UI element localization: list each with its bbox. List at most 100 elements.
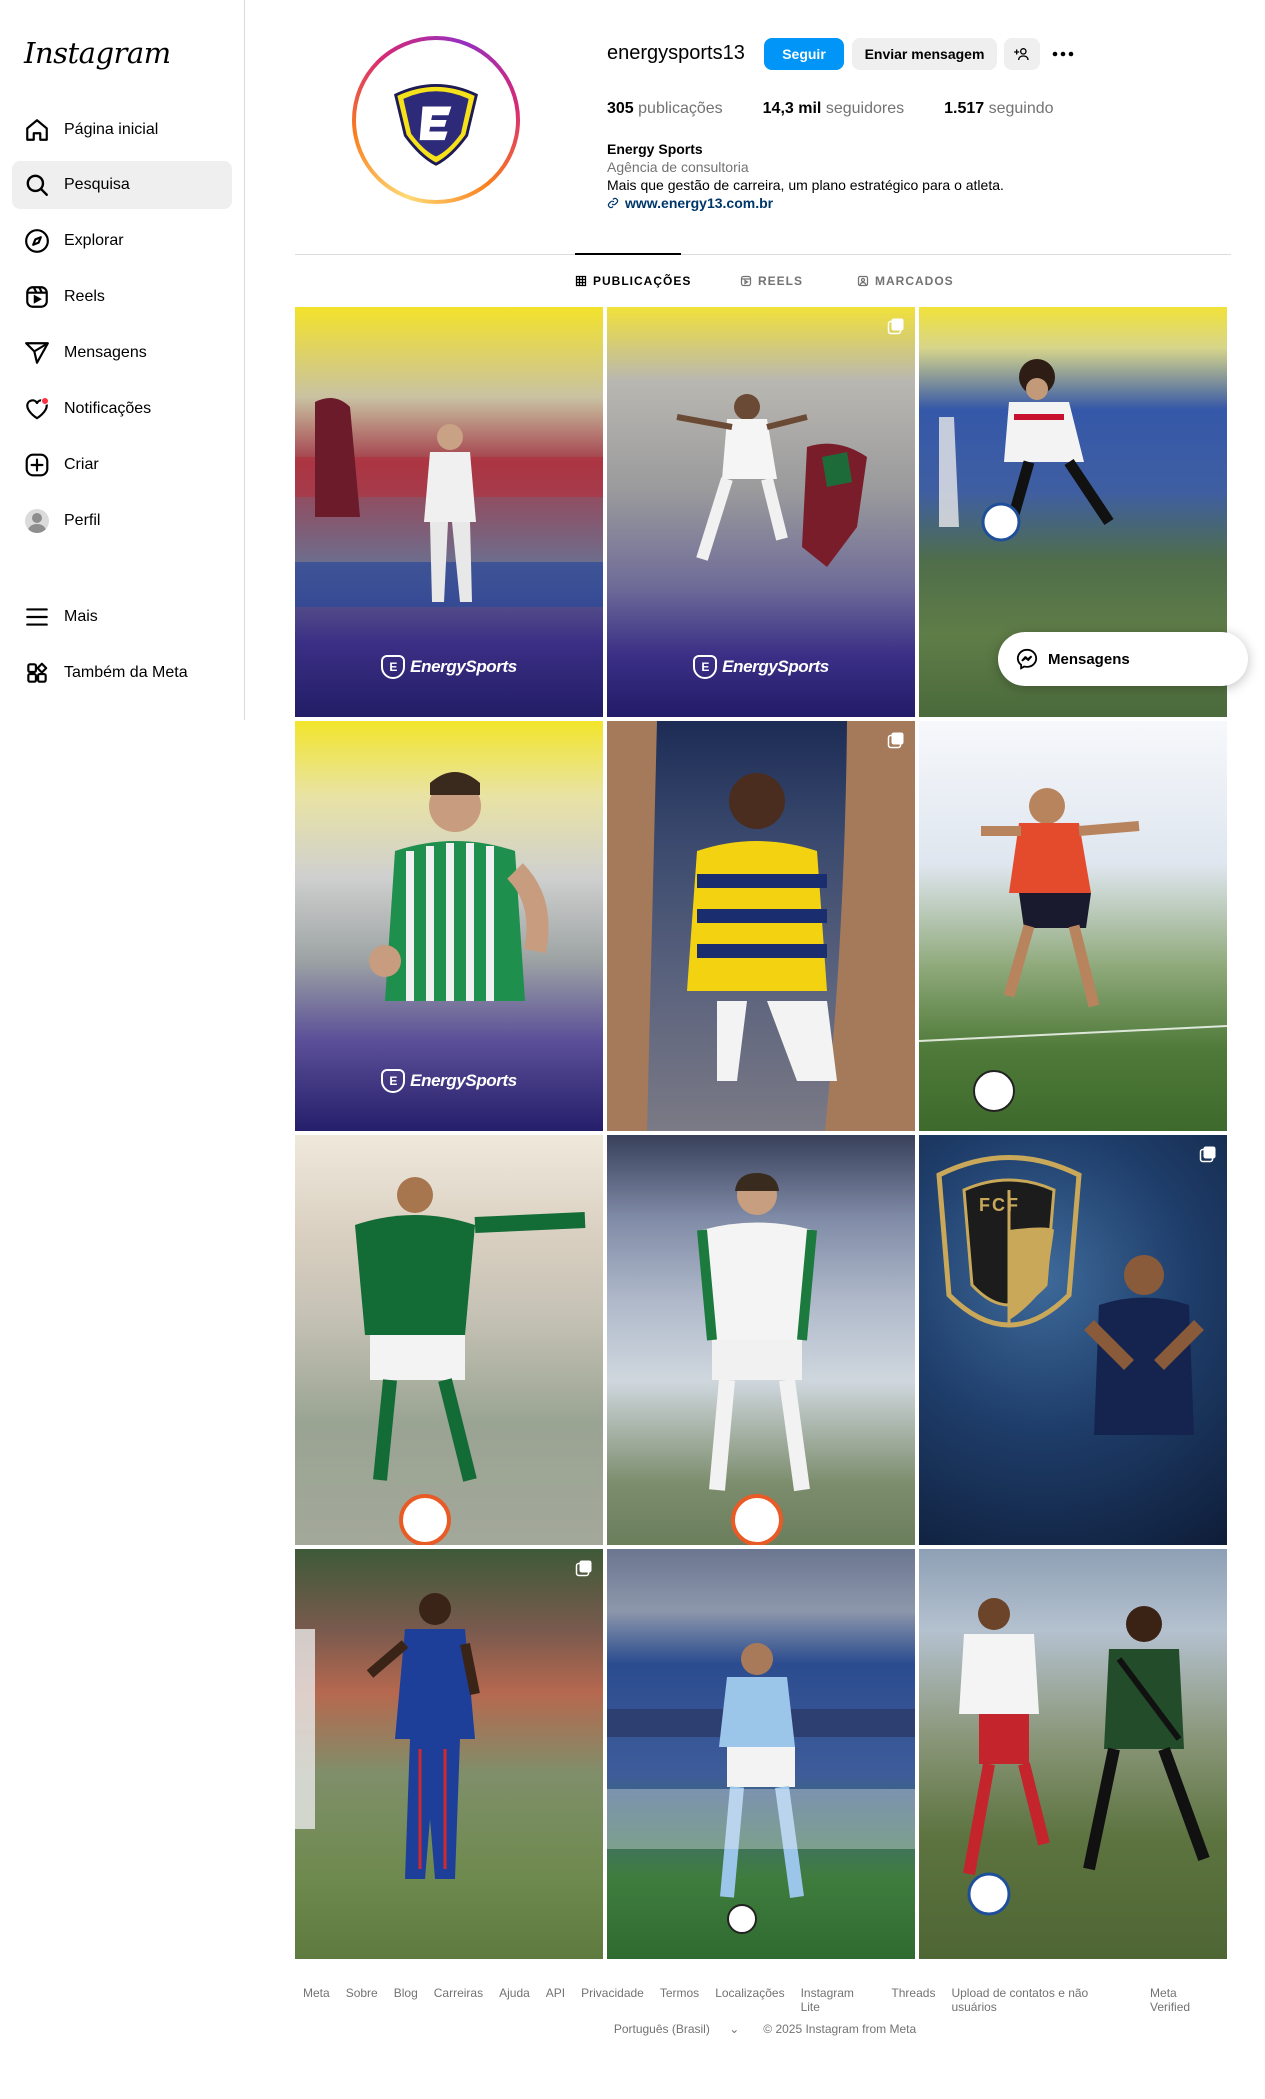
follow-button[interactable]: Seguir [764, 38, 844, 70]
sidebar-item-profile[interactable]: Perfil [12, 497, 232, 545]
post-thumbnail[interactable]: E EnergySports [295, 721, 603, 1131]
search-icon [24, 172, 50, 198]
more-dots-icon [1052, 51, 1074, 57]
footer-link[interactable]: Localizações [715, 1986, 784, 2014]
sidebar-item-label: Mais [64, 608, 98, 625]
footer-links: Meta Sobre Blog Carreiras Ajuda API Priv… [295, 1986, 1227, 2014]
sidebar-item-messages[interactable]: Mensagens [12, 329, 232, 377]
sidebar-item-reels[interactable]: Reels [12, 273, 232, 321]
post-thumbnail[interactable] [607, 1549, 915, 1959]
sidebar-item-label: Perfil [64, 512, 101, 529]
post-thumbnail[interactable] [919, 1549, 1227, 1959]
sidebar: Instagram Página inicial Pesquisa Explor… [0, 0, 245, 720]
plus-square-icon [24, 452, 50, 478]
send-message-button[interactable]: Enviar mensagem [852, 38, 997, 70]
post-thumbnail[interactable] [295, 1135, 603, 1545]
bio-link[interactable]: www.energy13.com.br [607, 194, 1004, 212]
footer-link[interactable]: Ajuda [499, 1986, 530, 2014]
multiple-posts-icon [887, 732, 904, 749]
footer-link[interactable]: Privacidade [581, 1986, 644, 2014]
post-thumbnail[interactable] [607, 721, 915, 1131]
home-icon [24, 117, 50, 143]
footer-link[interactable]: Meta [303, 1986, 330, 2014]
footer-link[interactable]: Meta Verified [1150, 1986, 1219, 2014]
multiple-posts-icon [887, 318, 904, 335]
messenger-icon [1016, 648, 1038, 670]
profile-picture[interactable] [352, 36, 520, 204]
tab-reels[interactable]: REELS [740, 274, 803, 288]
footer-link[interactable]: Sobre [346, 1986, 378, 2014]
post-thumbnail[interactable]: E EnergySports [295, 307, 603, 717]
energy-badge-icon: E [693, 655, 718, 679]
send-icon [24, 340, 50, 366]
post-thumbnail[interactable] [607, 1135, 915, 1545]
player-photo [607, 721, 915, 1131]
player-photo [355, 1177, 586, 1545]
active-tab-indicator [575, 253, 681, 255]
post-thumbnail[interactable]: E EnergySports [607, 307, 915, 717]
link-icon [607, 197, 619, 209]
compass-icon [24, 228, 50, 254]
add-person-icon [1014, 48, 1029, 61]
energy-badge-icon: E [381, 1069, 406, 1093]
tabs-divider [295, 254, 1231, 255]
footer-link[interactable]: Carreiras [434, 1986, 483, 2014]
sidebar-item-explore[interactable]: Explorar [12, 217, 232, 265]
sidebar-item-more[interactable]: Mais [12, 593, 232, 641]
sidebar-item-search[interactable]: Pesquisa [12, 161, 232, 209]
footer-link[interactable]: Termos [660, 1986, 699, 2014]
messages-floating-button[interactable]: Mensagens [998, 632, 1248, 686]
sidebar-item-label: Página inicial [64, 121, 159, 138]
copyright: © 2025 Instagram from Meta [763, 2022, 917, 2036]
sidebar-item-label: Também da Meta [64, 664, 188, 681]
sidebar-item-label: Explorar [64, 232, 124, 249]
bio-category: Agência de consultoria [607, 159, 749, 175]
sidebar-item-label: Mensagens [64, 344, 147, 361]
sidebar-item-create[interactable]: Criar [12, 441, 232, 489]
footer-link[interactable]: Instagram Lite [801, 1986, 876, 2014]
menu-icon [24, 604, 50, 630]
sidebar-item-label: Notificações [64, 400, 152, 417]
more-options-button[interactable] [1048, 38, 1078, 70]
sidebar-item-label: Criar [64, 456, 99, 473]
tab-tagged[interactable]: MARCADOS [857, 274, 954, 288]
bio-name: Energy Sports [607, 141, 703, 157]
grid-icon [575, 275, 587, 287]
profile-bio: Energy Sports Agência de consultoria Mai… [607, 140, 1004, 212]
player-photo [295, 1593, 480, 1879]
multiple-posts-icon [575, 1560, 592, 1577]
posts-count: 305 publicações [607, 100, 723, 117]
instagram-logo[interactable]: Instagram [24, 36, 171, 70]
following-count[interactable]: 1.517 seguindo [944, 100, 1053, 118]
player-photo [607, 1643, 915, 1934]
reels-icon [24, 284, 50, 310]
footer-link[interactable]: Upload de contatos e não usuários [951, 1986, 1134, 2014]
suggested-accounts-button[interactable] [1004, 38, 1040, 70]
energy-sports-watermark: E EnergySports [607, 655, 915, 679]
post-thumbnail[interactable] [919, 721, 1227, 1131]
player-photo [936, 1155, 1204, 1435]
sidebar-item-notifications[interactable]: Notificações [12, 385, 232, 433]
energy-sports-watermark: E EnergySports [295, 1069, 603, 1093]
meta-apps-icon [24, 660, 50, 686]
footer-link[interactable]: API [546, 1986, 565, 2014]
followers-count[interactable]: 14,3 mil seguidores [763, 100, 904, 118]
energy-sports-logo-icon [394, 84, 478, 166]
profile-username: energysports13 [607, 42, 745, 64]
sidebar-item-also-from-meta[interactable]: Também da Meta [12, 649, 232, 697]
reels-icon [740, 275, 752, 287]
chevron-down-icon: ⌄ [729, 2022, 740, 2036]
post-thumbnail[interactable] [295, 1549, 603, 1959]
language-selector[interactable]: Português (Brasil) ⌄ [606, 2022, 747, 2036]
footer-link[interactable]: Threads [891, 1986, 935, 2014]
player-photo [919, 788, 1227, 1112]
energy-badge-icon: E [381, 655, 406, 679]
fcf-crest-text: FCF [979, 1195, 1020, 1215]
bio-text: Mais que gestão de carreira, um plano es… [607, 177, 1004, 193]
sidebar-item-home[interactable]: Página inicial [12, 106, 232, 154]
heart-icon [24, 396, 50, 422]
post-thumbnail[interactable]: FCF [919, 1135, 1227, 1545]
multiple-posts-icon [1199, 1146, 1216, 1163]
footer-link[interactable]: Blog [394, 1986, 418, 2014]
tab-posts[interactable]: PUBLICAÇÕES [575, 274, 691, 288]
